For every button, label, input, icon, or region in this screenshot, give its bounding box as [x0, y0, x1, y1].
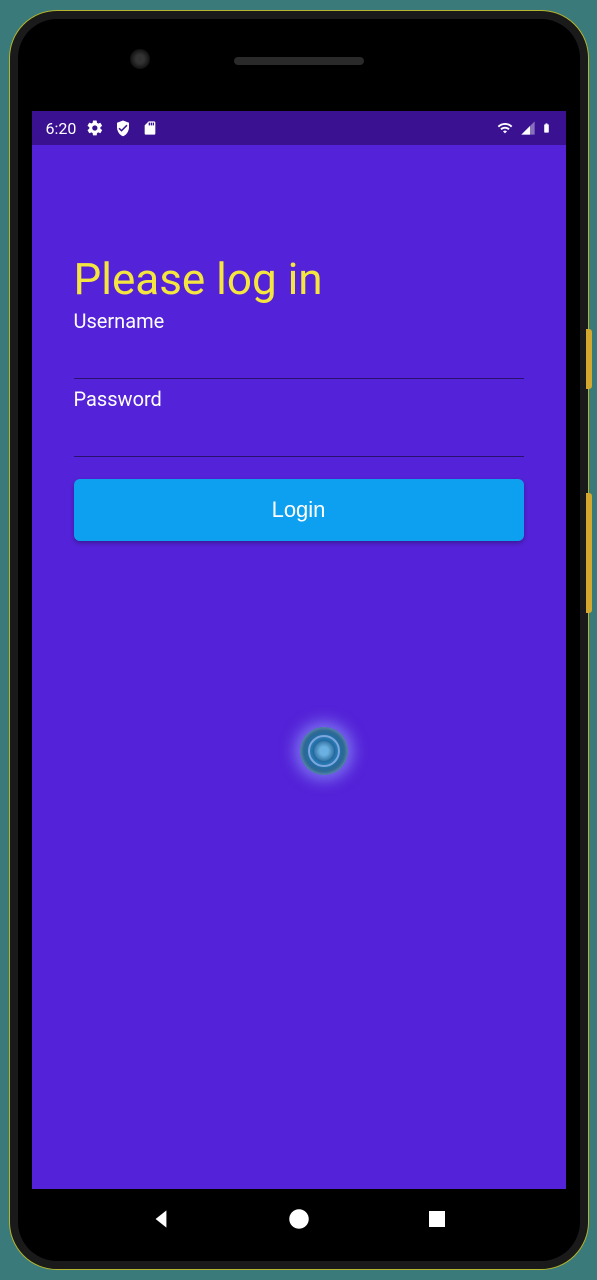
- status-left: 6:20: [46, 119, 159, 138]
- password-field-group: Password: [74, 387, 524, 457]
- phone-screen: 6:20: [32, 111, 566, 1189]
- navigation-bar: [32, 1189, 566, 1249]
- wifi-icon: [495, 120, 515, 136]
- login-form: Please log in Username Password Login: [32, 145, 566, 541]
- sd-card-icon: [142, 119, 158, 137]
- gear-icon: [86, 119, 104, 137]
- status-right: [495, 119, 552, 137]
- username-field-group: Username: [74, 309, 524, 379]
- username-input[interactable]: [74, 335, 524, 379]
- home-icon[interactable]: [286, 1206, 312, 1232]
- page-title: Please log in: [74, 253, 524, 305]
- phone-speaker: [234, 57, 364, 65]
- username-label: Username: [74, 309, 524, 333]
- voice-assistant-orb[interactable]: [300, 727, 348, 775]
- back-icon[interactable]: [148, 1206, 174, 1232]
- battery-icon: [541, 119, 552, 137]
- phone-camera: [130, 49, 150, 69]
- password-input[interactable]: [74, 413, 524, 457]
- password-label: Password: [74, 387, 524, 411]
- status-bar: 6:20: [32, 111, 566, 145]
- phone-side-button: [586, 493, 592, 613]
- recents-icon[interactable]: [425, 1207, 449, 1231]
- status-time: 6:20: [46, 119, 77, 138]
- shield-icon: [114, 119, 132, 137]
- phone-side-button: [586, 329, 592, 389]
- phone-device-frame: 6:20: [9, 10, 589, 1270]
- login-button[interactable]: Login: [74, 479, 524, 541]
- signal-icon: [519, 120, 537, 136]
